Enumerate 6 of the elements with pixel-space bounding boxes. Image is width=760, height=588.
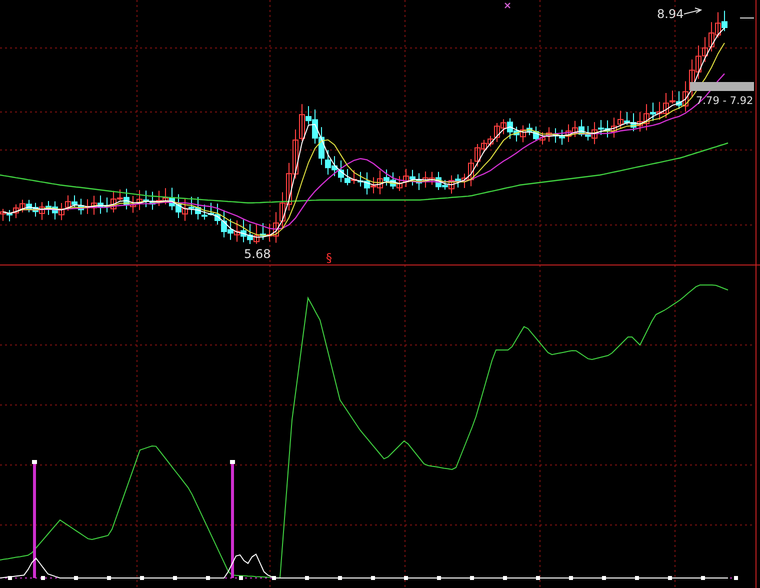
price-range-band bbox=[690, 82, 754, 91]
divider-mark: § bbox=[326, 251, 332, 265]
high-arrow-icon bbox=[684, 8, 702, 14]
price-label: 8.94 bbox=[657, 7, 684, 21]
cross-marker-icon bbox=[504, 2, 511, 9]
price-label: 5.68 bbox=[244, 247, 271, 261]
